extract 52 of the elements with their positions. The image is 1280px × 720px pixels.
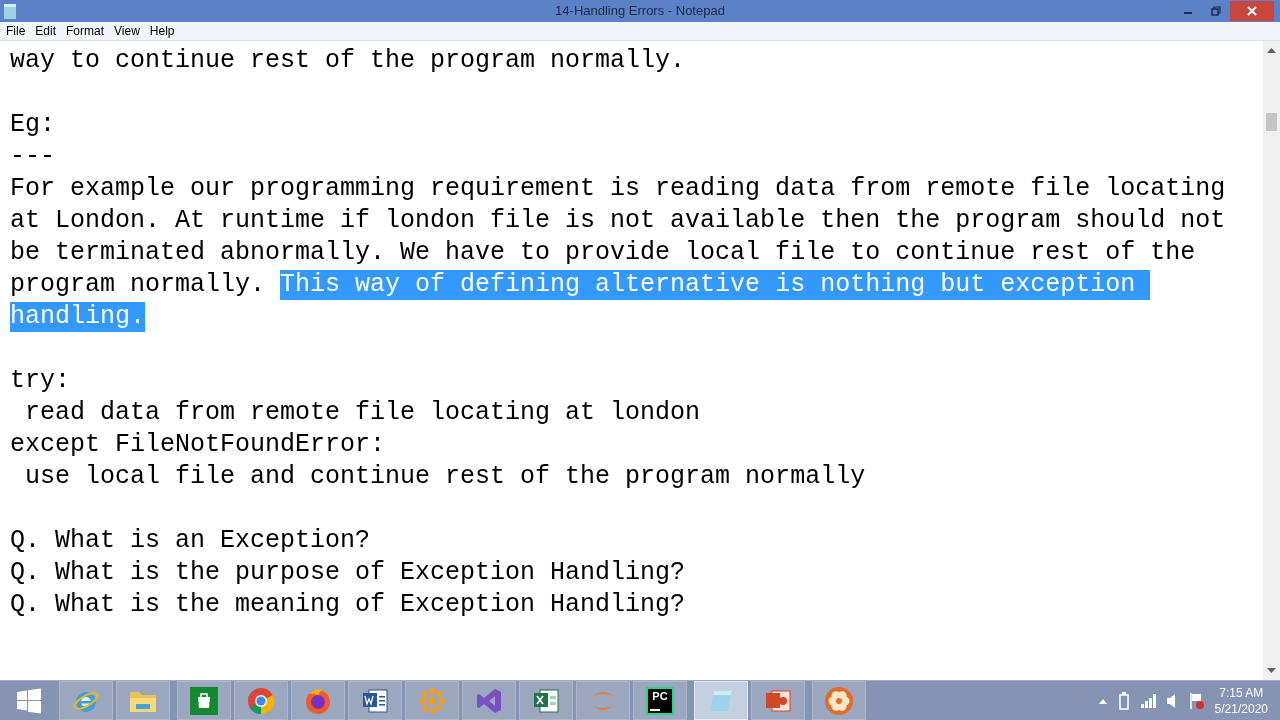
text-line: Q. What is the purpose of Exception Handling? bbox=[10, 558, 686, 588]
text-line: read data from remote file locating at london bbox=[24, 398, 701, 428]
text-line: Q. What is the meaning of Exception Handling? bbox=[10, 590, 686, 620]
battery-icon[interactable] bbox=[1116, 691, 1131, 710]
text-line: try: bbox=[10, 366, 70, 396]
menu-item[interactable]: Edit bbox=[31, 25, 61, 37]
chrome-icon bbox=[246, 685, 276, 716]
taskbar-button[interactable] bbox=[291, 681, 345, 720]
flower-icon bbox=[824, 685, 854, 716]
scroll-up-icon bbox=[1267, 47, 1276, 53]
menu-item[interactable]: Format bbox=[62, 25, 109, 37]
menu-item[interactable]: Help bbox=[145, 25, 179, 37]
close-button[interactable] bbox=[1230, 1, 1274, 21]
text-line: except FileNotFoundError: bbox=[10, 430, 386, 460]
taskbar-button[interactable] bbox=[751, 681, 805, 720]
scroll-down-icon bbox=[1267, 668, 1276, 674]
flag-icon[interactable] bbox=[1188, 691, 1205, 710]
taskbar-button[interactable] bbox=[177, 681, 231, 720]
text-line: Q. What is an Exception? bbox=[10, 526, 371, 556]
document-icon bbox=[361, 686, 389, 715]
store-icon bbox=[190, 686, 218, 715]
show-hidden-icon[interactable] bbox=[1098, 697, 1107, 704]
menu-item[interactable]: File bbox=[2, 25, 30, 37]
text-line: program normally. bbox=[10, 270, 267, 300]
text-line: Eg: bbox=[10, 110, 55, 140]
text-line: --- bbox=[10, 142, 55, 172]
text-line: use local file and continue rest of the program normally bbox=[24, 462, 866, 492]
notepad-icon bbox=[4, 3, 16, 19]
selected-text: handling. bbox=[10, 302, 146, 332]
text-line: For example our programming requirement is reading data from remote file locating bbox=[10, 174, 1226, 204]
infinity-logo-icon bbox=[475, 686, 503, 715]
windows-logo-icon bbox=[16, 687, 42, 714]
scroll-thumb[interactable] bbox=[1266, 113, 1277, 131]
clock-time: 7:15 AM bbox=[1219, 684, 1264, 701]
text-line: be terminated abnormally. We have to provide local file to continue rest of the bbox=[10, 238, 1196, 268]
taskbar-button[interactable] bbox=[234, 681, 288, 720]
asterisk-icon bbox=[417, 685, 447, 716]
scrollbar[interactable] bbox=[1263, 41, 1280, 680]
signal-icon[interactable] bbox=[1140, 693, 1157, 708]
window-title: 14-Handling Errors - Notepad bbox=[555, 2, 725, 21]
taskbar-button[interactable]: PC bbox=[633, 681, 687, 720]
text-line: way to continue rest of the program normally. bbox=[10, 46, 686, 76]
restore-icon bbox=[1211, 6, 1221, 16]
spreadsheet-icon bbox=[532, 686, 560, 715]
ide-icon: PC bbox=[646, 686, 674, 715]
text-line: at London. At runtime if london file is not available then the program should not bbox=[10, 206, 1226, 236]
menu-item[interactable]: View bbox=[110, 25, 144, 37]
clock-date: 5/21/2020 bbox=[1214, 700, 1268, 717]
close-icon bbox=[1247, 6, 1257, 16]
selected-text: This way of defining alternative is nothing but exception bbox=[280, 270, 1151, 300]
taskbar-button[interactable] bbox=[348, 681, 402, 720]
taskbar-button[interactable] bbox=[519, 681, 573, 720]
